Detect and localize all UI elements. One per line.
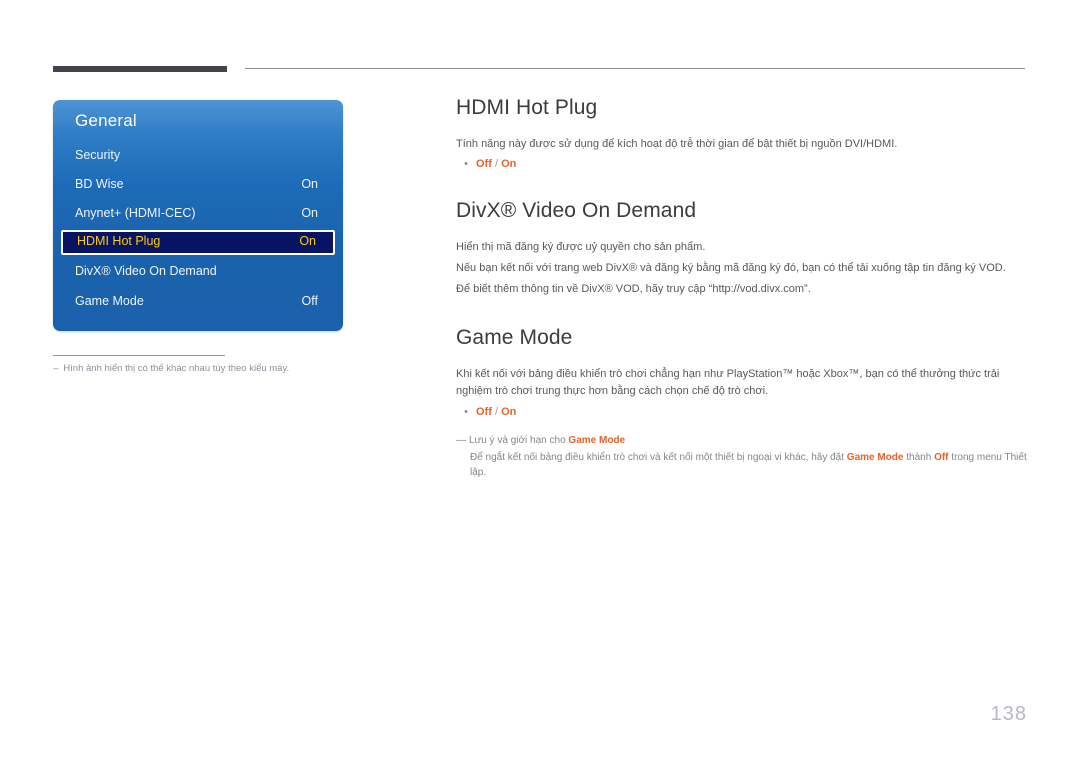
header-rule-thin: [245, 68, 1025, 69]
section-hdmi-hot-plug: HDMI Hot Plug Tính năng này được sử dụng…: [456, 96, 1026, 173]
footnote-dash: –: [53, 363, 59, 374]
osd-menu-item-label: HDMI Hot Plug: [77, 234, 161, 248]
osd-menu-item-divx-vod[interactable]: DivX® Video On Demand: [61, 260, 335, 285]
osd-menu-item-label: DivX® Video On Demand: [75, 264, 217, 278]
bullet-dot-icon: •: [464, 406, 468, 418]
osd-menu-item-anynet[interactable]: Anynet+ (HDMI-CEC) On: [61, 202, 335, 227]
section-body-line: Để biết thêm thông tin về DivX® VOD, hãy…: [456, 283, 811, 295]
section-body-line: Nếu bạn kết nối với trang web DivX® và đ…: [456, 262, 1006, 274]
note-title-prefix: Lưu ý và giới hạn cho: [469, 435, 569, 446]
bullet-dot-icon: •: [464, 158, 468, 170]
osd-menu-item-value: On: [301, 177, 318, 191]
section-body-line: Hiển thị mã đăng ký được uỷ quyền cho sả…: [456, 241, 706, 253]
option-bullet-row: • Off / On: [456, 404, 1026, 421]
note-body-part-1: Để ngắt kết nối bảng điều khiển trò chơi…: [470, 452, 847, 463]
section-body-line: Tính năng này được sử dụng để kích hoạt …: [456, 138, 898, 150]
osd-menu-title: General: [75, 111, 137, 130]
option-separator: /: [494, 406, 499, 418]
section-game-mode: Game Mode Khi kết nối với bảng điều khiể…: [456, 326, 1027, 480]
footnote-divider: [53, 355, 225, 356]
note-body-strong-1: Game Mode: [846, 452, 904, 463]
note-block: — Lưu ý và giới hạn cho Game Mode Để ngắ…: [456, 433, 1027, 480]
osd-menu-item-label: BD Wise: [75, 177, 124, 191]
option-values: Off / On: [476, 156, 516, 173]
osd-menu-item-security[interactable]: Security: [61, 144, 335, 169]
option-on: On: [501, 158, 517, 170]
osd-menu-item-value: On: [299, 234, 316, 248]
osd-menu-item-game-mode[interactable]: Game Mode Off: [61, 290, 335, 315]
content-column: HDMI Hot Plug Tính năng này được sử dụng…: [456, 96, 1027, 480]
option-off: Off: [476, 158, 492, 170]
osd-menu-item-label: Security: [75, 148, 121, 162]
osd-menu-item-hdmi-hot-plug[interactable]: HDMI Hot Plug On: [61, 230, 335, 255]
footnote-text: Hình ảnh hiển thị có thể khác nhau tùy t…: [63, 363, 290, 374]
section-divx-vod: DivX® Video On Demand Hiển thị mã đăng k…: [456, 199, 1026, 298]
note-body: Để ngắt kết nối bảng điều khiển trò chơi…: [470, 450, 1030, 480]
osd-menu-item-label: Anynet+ (HDMI-CEC): [75, 206, 196, 220]
section-heading: HDMI Hot Plug: [456, 96, 598, 119]
option-off: Off: [476, 406, 492, 418]
page-number: 138: [990, 703, 1027, 725]
option-values: Off / On: [476, 404, 516, 421]
note-title-row: — Lưu ý và giới hạn cho Game Mode: [456, 433, 1026, 448]
option-separator: /: [494, 158, 499, 170]
osd-menu-item-value: On: [301, 206, 318, 220]
osd-menu-item-bd-wise[interactable]: BD Wise On: [61, 173, 335, 198]
note-body-part-2: thành: [903, 452, 935, 463]
section-body-line: Khi kết nối với bảng điều khiển trò chơi…: [456, 368, 1000, 380]
note-body-strong-2: Off: [934, 452, 949, 463]
note-title: Lưu ý và giới hạn cho Game Mode: [469, 433, 625, 448]
note-title-strong: Game Mode: [568, 435, 626, 446]
section-heading: Game Mode: [456, 326, 573, 349]
option-bullet-row: • Off / On: [456, 156, 1026, 173]
section-body-line: nghiệm trò chơi trung thực hơn bằng cách…: [456, 385, 769, 397]
note-dash-icon: —: [456, 435, 466, 446]
osd-menu-item-value: Off: [301, 294, 318, 308]
section-heading: DivX® Video On Demand: [456, 199, 697, 222]
footnote: – Hình ảnh hiển thị có thể khác nhau tùy …: [53, 363, 373, 374]
osd-menu-panel: General Security BD Wise On Anynet+ (HDM…: [53, 100, 343, 331]
header-rule-thick: [53, 66, 227, 72]
option-on: On: [501, 406, 517, 418]
osd-menu-item-label: Game Mode: [75, 294, 144, 308]
